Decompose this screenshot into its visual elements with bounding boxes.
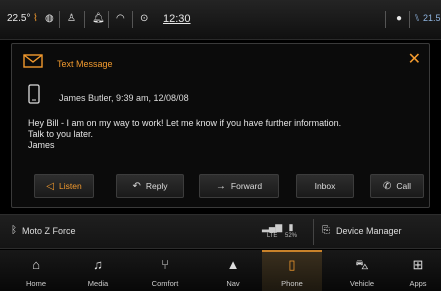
- divider: [132, 11, 133, 28]
- divider: [313, 219, 314, 245]
- nav-label: Nav: [226, 279, 240, 288]
- message-line: Hey Bill - I am on my way to work! Let m…: [28, 118, 342, 128]
- speaker-icon: ◁: [46, 180, 54, 192]
- nav-nav[interactable]: ▲ Nav: [203, 250, 263, 291]
- nav-phone[interactable]: ▯ Phone: [262, 250, 322, 291]
- divider: [59, 11, 60, 28]
- divider: [385, 11, 386, 28]
- sender-info: James Butler, 9:39 am, 12/08/08: [59, 93, 189, 103]
- device-manager-icon: ⎘: [322, 225, 330, 236]
- close-icon[interactable]: ✕: [408, 49, 421, 69]
- nav-label: Media: [87, 279, 109, 288]
- message-actions: ◁ Listen ↶ Reply → Forward Inbox ✆ Call: [34, 174, 424, 198]
- reply-label: Reply: [145, 181, 168, 191]
- divider: [409, 11, 410, 28]
- nav-label: Phone: [281, 279, 303, 288]
- inbox-label: Inbox: [314, 181, 336, 191]
- phone-battery: ▮ 52%: [285, 222, 297, 239]
- notification-bell-icon[interactable]: 🔔︎: [92, 13, 105, 24]
- wifi-icon[interactable]: ◠: [116, 13, 125, 24]
- message-body: Hey Bill - I am on my way to work! Let m…: [28, 118, 423, 151]
- driver-temperature[interactable]: 22.5°: [7, 13, 30, 24]
- signal-bars-icon: ▂▄▆: [262, 222, 283, 232]
- message-line: Talk to you later.: [28, 129, 94, 139]
- nav-label: Apps: [409, 279, 427, 288]
- signal-strength: ▂▄▆ LTE: [262, 222, 282, 239]
- nav-label: Home: [25, 279, 46, 288]
- profile-icon[interactable]: ♙: [67, 13, 76, 24]
- nav-label: Comfort: [151, 279, 179, 288]
- battery-icon: ▮: [288, 222, 294, 232]
- navigation-arrow-icon: ▲: [226, 257, 240, 272]
- phone-icon: ▯: [288, 257, 296, 272]
- device-manager-button[interactable]: ⎘ Device Manager: [322, 225, 402, 236]
- forward-arrow-icon: →: [215, 180, 226, 192]
- reply-arrow-icon: ↶: [132, 180, 141, 192]
- apps-grid-icon: ⊞: [412, 257, 424, 272]
- panel-title: Text Message: [57, 59, 113, 69]
- compass-icon[interactable]: ⊙: [140, 13, 148, 24]
- nav-vehicle[interactable]: ⛍ Vehicle: [332, 250, 392, 291]
- call-button[interactable]: ✆ Call: [370, 174, 424, 198]
- envelope-icon: [23, 54, 43, 68]
- inbox-button[interactable]: Inbox: [296, 174, 354, 198]
- clock[interactable]: 12:30: [163, 13, 191, 25]
- message-signature: James: [28, 140, 55, 150]
- seat-comfort-icon: ⑂: [161, 257, 169, 272]
- divider: [108, 11, 109, 28]
- listen-label: Listen: [59, 181, 82, 191]
- nav-comfort[interactable]: ⑂ Comfort: [135, 250, 195, 291]
- forward-label: Forward: [230, 181, 263, 191]
- climate-icon[interactable]: ◍: [45, 13, 54, 24]
- network-type: LTE: [266, 233, 278, 239]
- connected-device-name[interactable]: Moto Z Force: [22, 226, 76, 236]
- bottom-nav: ⌂ Home ♫ Media ⑂ Comfort ▲ Nav ▯ Phone ⛍…: [0, 250, 441, 291]
- phone-device-icon: [28, 84, 40, 104]
- home-icon: ⌂: [32, 257, 40, 272]
- nav-media[interactable]: ♫ Media: [68, 250, 128, 291]
- nav-apps[interactable]: ⊞ Apps: [395, 250, 441, 291]
- seat-heat-icon[interactable]: ⌇: [33, 13, 38, 24]
- device-bar: ᛒ Moto Z Force ▂▄▆ LTE ▮ 52% ⎘ Device Ma…: [0, 214, 441, 249]
- reply-button[interactable]: ↶ Reply: [116, 174, 184, 198]
- nav-home[interactable]: ⌂ Home: [6, 250, 66, 291]
- device-manager-label: Device Manager: [336, 225, 402, 236]
- status-bar: 22.5° ⌇ ◍ ♙ 🔔︎ ◠ ⊙ 12:30 ● ⑊ 21.5: [0, 0, 441, 40]
- music-note-icon: ♫: [93, 257, 103, 272]
- listen-button[interactable]: ◁ Listen: [34, 174, 94, 198]
- bluetooth-icon: ᛒ: [11, 225, 17, 236]
- car-icon: ⛍: [355, 257, 369, 272]
- text-message-panel: Text Message ✕ James Butler, 9:39 am, 12…: [11, 43, 430, 208]
- nav-label: Vehicle: [349, 279, 375, 288]
- call-label: Call: [396, 181, 412, 191]
- microphone-icon[interactable]: ●: [396, 13, 402, 24]
- divider: [84, 11, 85, 28]
- forward-button[interactable]: → Forward: [199, 174, 279, 198]
- battery-level: 52%: [285, 233, 298, 239]
- passenger-temperature[interactable]: 21.5: [423, 13, 441, 23]
- phone-handset-icon: ✆: [382, 180, 392, 192]
- passenger-seat-icon[interactable]: ⑊: [414, 13, 420, 24]
